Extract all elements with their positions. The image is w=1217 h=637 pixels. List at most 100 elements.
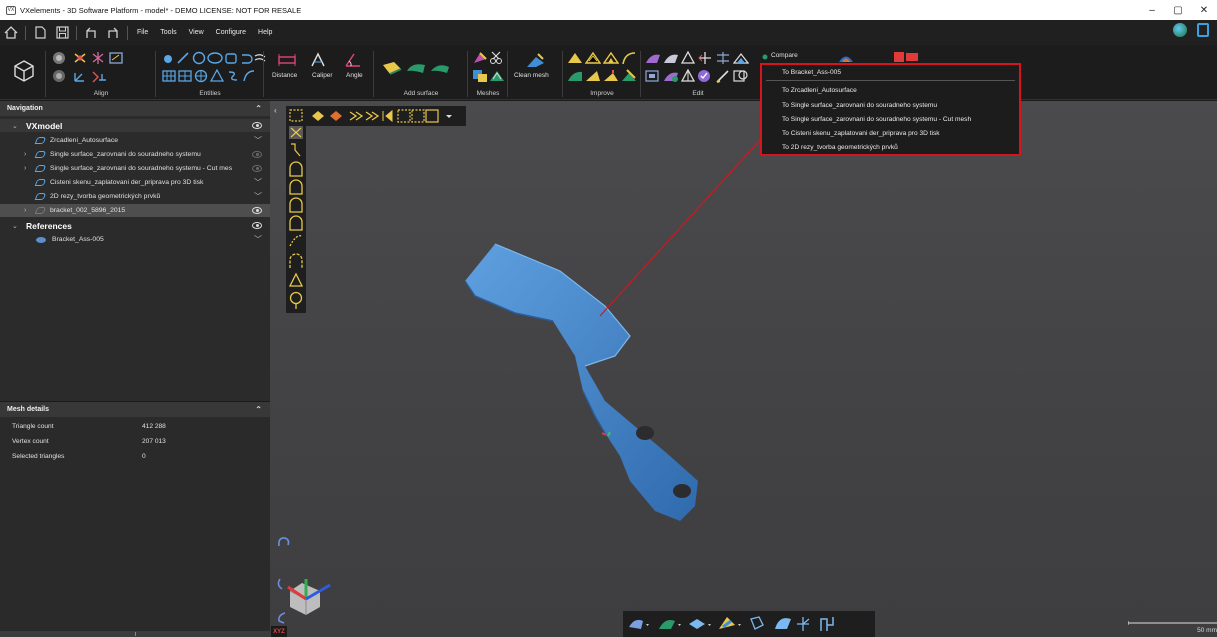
compare-to-cisteni[interactable]: To Cisteni skenu_zaplatovani der_priprav… bbox=[782, 130, 940, 137]
model-cube-icon[interactable] bbox=[14, 60, 34, 84]
visibility-eye-icon[interactable] bbox=[252, 222, 262, 229]
visibility-eye-icon[interactable] bbox=[252, 151, 262, 158]
align-surface-icon[interactable] bbox=[52, 69, 66, 85]
edit-move-icon[interactable] bbox=[697, 51, 713, 67]
compare-to-single-surface[interactable]: To Single surface_zarovnani do souradneh… bbox=[782, 102, 937, 109]
3d-viewport[interactable]: ‹ bbox=[270, 101, 1217, 637]
tree-item-zrcadleni[interactable]: Zrcadleni_Autosurface ﹀ bbox=[0, 134, 270, 147]
view-reset-icon[interactable] bbox=[276, 534, 292, 552]
align-transform-icon[interactable] bbox=[90, 69, 108, 85]
menu-view[interactable]: View bbox=[183, 29, 210, 36]
visibility-eye-icon[interactable] bbox=[252, 207, 262, 214]
tree-vxmodel[interactable]: ⌄ VXmodel bbox=[0, 119, 270, 132]
add-surface-freeform-icon[interactable] bbox=[406, 61, 426, 77]
chevron-down-icon[interactable]: ⌄ bbox=[12, 222, 18, 230]
chevron-right-icon[interactable]: › bbox=[24, 151, 26, 158]
chevron-down-icon[interactable]: ﹀ bbox=[254, 234, 262, 245]
tree-item-bracket[interactable]: › bracket_002_5896_2015 bbox=[0, 204, 270, 217]
caliper-button[interactable]: Caliper bbox=[312, 72, 333, 79]
chevron-down-icon[interactable]: ﹀ bbox=[254, 191, 262, 202]
edit-lasso-icon[interactable] bbox=[663, 51, 679, 67]
entity-torus-icon[interactable] bbox=[226, 69, 240, 85]
device-icon[interactable] bbox=[1197, 23, 1209, 37]
mesh-merge-icon[interactable] bbox=[472, 69, 488, 85]
visibility-eye-icon[interactable] bbox=[252, 165, 262, 172]
entity-ellipse-icon[interactable] bbox=[207, 51, 223, 67]
angle-icon[interactable] bbox=[344, 52, 362, 70]
mesh-cut-icon[interactable] bbox=[489, 51, 503, 67]
undo-icon[interactable] bbox=[80, 23, 102, 43]
chevron-down-icon[interactable]: ﹀ bbox=[254, 177, 262, 188]
chevron-right-icon[interactable]: › bbox=[24, 165, 26, 172]
compare-to-bracket-ass[interactable]: To Bracket_Ass-005 bbox=[782, 69, 841, 76]
entity-point-icon[interactable] bbox=[162, 53, 174, 67]
edit-boolean-icon[interactable] bbox=[733, 69, 749, 85]
add-surface-patch-icon[interactable] bbox=[430, 61, 450, 77]
align-axes-icon[interactable] bbox=[72, 69, 88, 85]
maximize-button[interactable]: ▢ bbox=[1165, 0, 1191, 20]
xyz-axis-badge[interactable]: XYZ bbox=[271, 626, 287, 637]
menu-configure[interactable]: Configure bbox=[210, 29, 252, 36]
improve-flatten-icon[interactable] bbox=[585, 69, 601, 85]
tree-item-2d-rezy[interactable]: 2D rezy_tvorba geometrických prvků ﹀ bbox=[0, 190, 270, 203]
entity-cone-icon[interactable] bbox=[209, 68, 225, 85]
rotate-view-icon[interactable] bbox=[276, 611, 288, 627]
tree-references[interactable]: ⌄ References bbox=[0, 219, 270, 232]
entity-curve-icon[interactable] bbox=[242, 69, 256, 85]
compare-to-2d-rezy[interactable]: To 2D rezy_tvorba geometrických prvků bbox=[782, 144, 898, 151]
edit-pencil-icon[interactable] bbox=[715, 69, 731, 85]
collapse-navigation-icon[interactable]: ⌃ bbox=[255, 104, 262, 113]
chevron-down-icon[interactable]: ﹀ bbox=[254, 135, 262, 146]
distance-button[interactable]: Distance bbox=[272, 72, 297, 79]
redo-icon[interactable] bbox=[102, 23, 124, 43]
edit-polygon-icon[interactable] bbox=[680, 50, 696, 67]
mesh-fill-icon[interactable] bbox=[472, 51, 488, 67]
edit-offset-icon[interactable] bbox=[663, 69, 679, 85]
edit-mirror-icon[interactable] bbox=[680, 68, 696, 85]
home-icon[interactable] bbox=[0, 23, 22, 43]
save-icon[interactable] bbox=[51, 23, 73, 43]
collapse-mesh-details-icon[interactable]: ⌃ bbox=[255, 405, 262, 414]
improve-defeature-icon[interactable] bbox=[621, 69, 637, 85]
align-manual-icon[interactable] bbox=[108, 51, 124, 67]
edit-scale-icon[interactable] bbox=[732, 51, 750, 67]
caliper-icon[interactable] bbox=[309, 52, 327, 70]
tree-item-single-surface[interactable]: › Single surface_zarovnani do souradneho… bbox=[0, 148, 270, 161]
clean-mesh-icon[interactable] bbox=[526, 53, 546, 71]
entity-line-icon[interactable] bbox=[176, 51, 190, 67]
entity-slot-icon[interactable] bbox=[240, 51, 254, 67]
chevron-down-icon[interactable]: ⌄ bbox=[12, 122, 18, 130]
entity-circle-icon[interactable] bbox=[192, 51, 206, 67]
compare-to-zrcadleni[interactable]: To Zrcadleni_Autosurface bbox=[782, 87, 857, 94]
align-points-icon[interactable] bbox=[72, 51, 88, 67]
tree-item-single-surface-cut[interactable]: › Single surface_zarovnani do souradneho… bbox=[0, 162, 270, 175]
tree-reference-bracket-ass[interactable]: Bracket_Ass-005 ﹀ bbox=[0, 233, 270, 246]
improve-extrude-icon[interactable] bbox=[603, 69, 619, 85]
clean-mesh-button[interactable]: Clean mesh bbox=[514, 72, 549, 79]
improve-fill-holes-icon[interactable] bbox=[584, 51, 602, 67]
mesh-decimate-icon[interactable] bbox=[489, 69, 505, 85]
new-icon[interactable] bbox=[29, 23, 51, 43]
edit-section-icon[interactable] bbox=[645, 69, 661, 85]
improve-bridge-icon[interactable] bbox=[602, 51, 620, 67]
distance-icon[interactable] bbox=[278, 52, 296, 70]
compare-to-single-surface-cut[interactable]: To Single surface_zarovnani do souradneh… bbox=[782, 116, 971, 123]
visibility-eye-icon[interactable] bbox=[252, 122, 262, 129]
menu-help[interactable]: Help bbox=[252, 29, 278, 36]
entity-sphere-icon[interactable] bbox=[194, 69, 208, 85]
menu-file[interactable]: File bbox=[131, 29, 154, 36]
close-button[interactable]: ✕ bbox=[1191, 0, 1217, 20]
add-surface-plane-icon[interactable] bbox=[382, 61, 402, 77]
angle-button[interactable]: Angle bbox=[346, 72, 363, 79]
entity-cylinder-icon[interactable] bbox=[178, 69, 192, 85]
align-best-fit-icon[interactable] bbox=[52, 51, 66, 67]
globe-icon[interactable] bbox=[1173, 23, 1187, 37]
improve-boundary-icon[interactable] bbox=[567, 69, 583, 85]
entity-rectangle-icon[interactable] bbox=[224, 51, 238, 67]
entity-plane-grid-icon[interactable] bbox=[162, 69, 176, 85]
align-frame-icon[interactable] bbox=[90, 51, 106, 67]
edit-align-icon[interactable] bbox=[715, 51, 731, 67]
edit-check-icon[interactable] bbox=[697, 69, 711, 85]
edit-select-icon[interactable] bbox=[645, 51, 661, 67]
chevron-right-icon[interactable]: › bbox=[24, 207, 26, 214]
